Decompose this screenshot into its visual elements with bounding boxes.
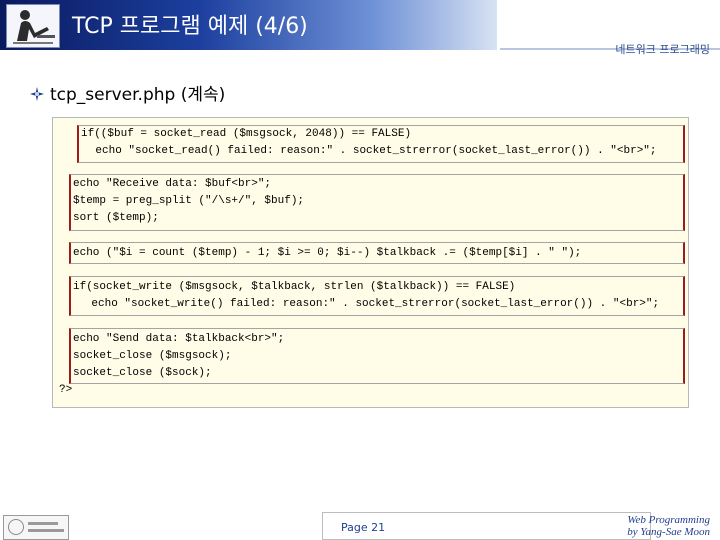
code-line: sort ($temp);: [73, 212, 159, 224]
slide-heading: tcp_server.php (계속): [30, 80, 225, 106]
slide-title: TCP 프로그램 예제 (4/6): [72, 14, 308, 39]
university-seal-icon: [8, 519, 24, 535]
code-line: socket_close ($msgsock);: [73, 350, 232, 362]
code-line: socket_close ($sock);: [73, 367, 212, 379]
code-line: ?>: [59, 384, 73, 396]
code-line: if(($buf = socket_read ($msgsock, 2048))…: [81, 128, 412, 140]
code-panel: if(($buf = socket_read ($msgsock, 2048))…: [52, 117, 689, 408]
university-logo-icon: [3, 515, 69, 540]
code-line: echo "Receive data: $buf<br>";: [73, 178, 272, 190]
bullet-star-icon: [30, 86, 44, 106]
code-line: echo ("$i = count ($temp) - 1; $i >= 0; …: [73, 247, 582, 259]
page-number-box: Page 21: [322, 512, 651, 540]
footer-course: Web Programming: [627, 514, 710, 526]
course-name: 네트워크 프로그래밍: [615, 43, 710, 56]
page-number: Page 21: [341, 521, 386, 534]
heading-text: tcp_server.php (계속): [50, 85, 226, 105]
code-line: echo "Send data: $talkback<br>";: [73, 333, 285, 345]
title-bar: TCP 프로그램 예제 (4/6): [0, 0, 497, 50]
footer-credit: Web Programming by Yang-Sae Moon: [627, 514, 710, 538]
presenter-logo-icon: [6, 4, 60, 48]
logo-bar: [28, 522, 58, 525]
footer-author: by Yang-Sae Moon: [627, 526, 710, 538]
code-line: if(socket_write ($msgsock, $talkback, st…: [73, 281, 516, 293]
code-line: echo "socket_read() failed: reason:" . s…: [69, 145, 657, 157]
code-line: echo "socket_write() failed: reason:" . …: [65, 298, 660, 310]
code-line: $temp = preg_split ("/\s+/", $buf);: [73, 195, 305, 207]
logo-bar: [28, 529, 64, 532]
